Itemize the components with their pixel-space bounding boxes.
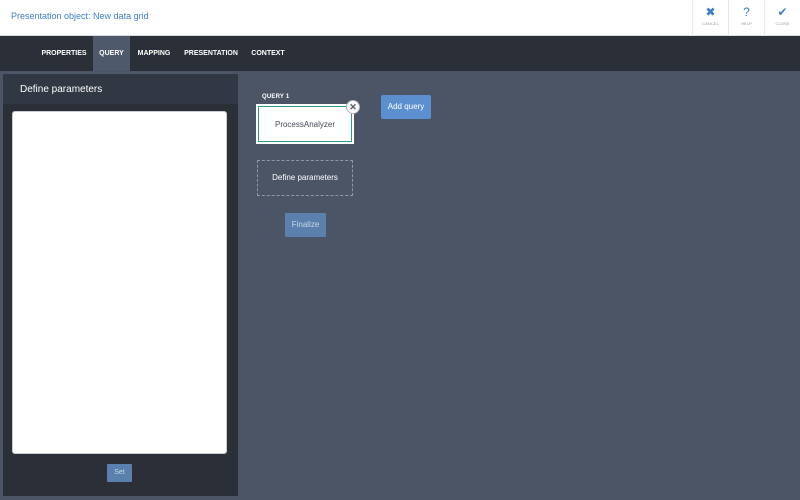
tab-bar: PROPERTIES QUERY MAPPING PRESENTATION CO… [0, 36, 800, 71]
close-label: CLOSE [775, 21, 790, 26]
panel-header: Define parameters [3, 74, 238, 104]
tab-presentation[interactable]: PRESENTATION [182, 36, 240, 71]
help-icon: ? [743, 5, 750, 19]
tab-mapping[interactable]: MAPPING [133, 36, 175, 71]
define-parameters-button[interactable]: Define parameters [257, 160, 353, 196]
cancel-label: CANCEL [702, 21, 719, 26]
cancel-button[interactable]: ✖ CANCEL [692, 0, 728, 36]
tab-context[interactable]: CONTEXT [247, 36, 289, 71]
close-button[interactable]: ✔ CLOSE [764, 0, 800, 36]
panel-title: Define parameters [20, 84, 103, 95]
help-label: HELP [741, 21, 752, 26]
help-button[interactable]: ? HELP [728, 0, 764, 36]
finalize-button[interactable]: Finalize [285, 213, 326, 237]
remove-query-icon[interactable]: ✕ [346, 100, 360, 114]
set-button[interactable]: Set [107, 464, 132, 482]
parameters-panel: Define parameters Set [3, 74, 238, 496]
tab-properties[interactable]: PROPERTIES [38, 36, 90, 71]
query-label: QUERY 1 [262, 94, 290, 100]
parameters-textarea[interactable] [12, 111, 227, 454]
checkmark-icon: ✔ [777, 5, 788, 19]
tab-query[interactable]: QUERY [93, 36, 130, 71]
query-name: ProcessAnalyzer [274, 120, 336, 129]
add-query-button[interactable]: Add query [381, 95, 431, 119]
query-card[interactable]: ProcessAnalyzer [258, 106, 352, 142]
close-icon: ✖ [705, 5, 716, 19]
header-bar: Presentation object: New data grid ✖ CAN… [0, 0, 800, 36]
page-title: Presentation object: New data grid [11, 11, 149, 21]
